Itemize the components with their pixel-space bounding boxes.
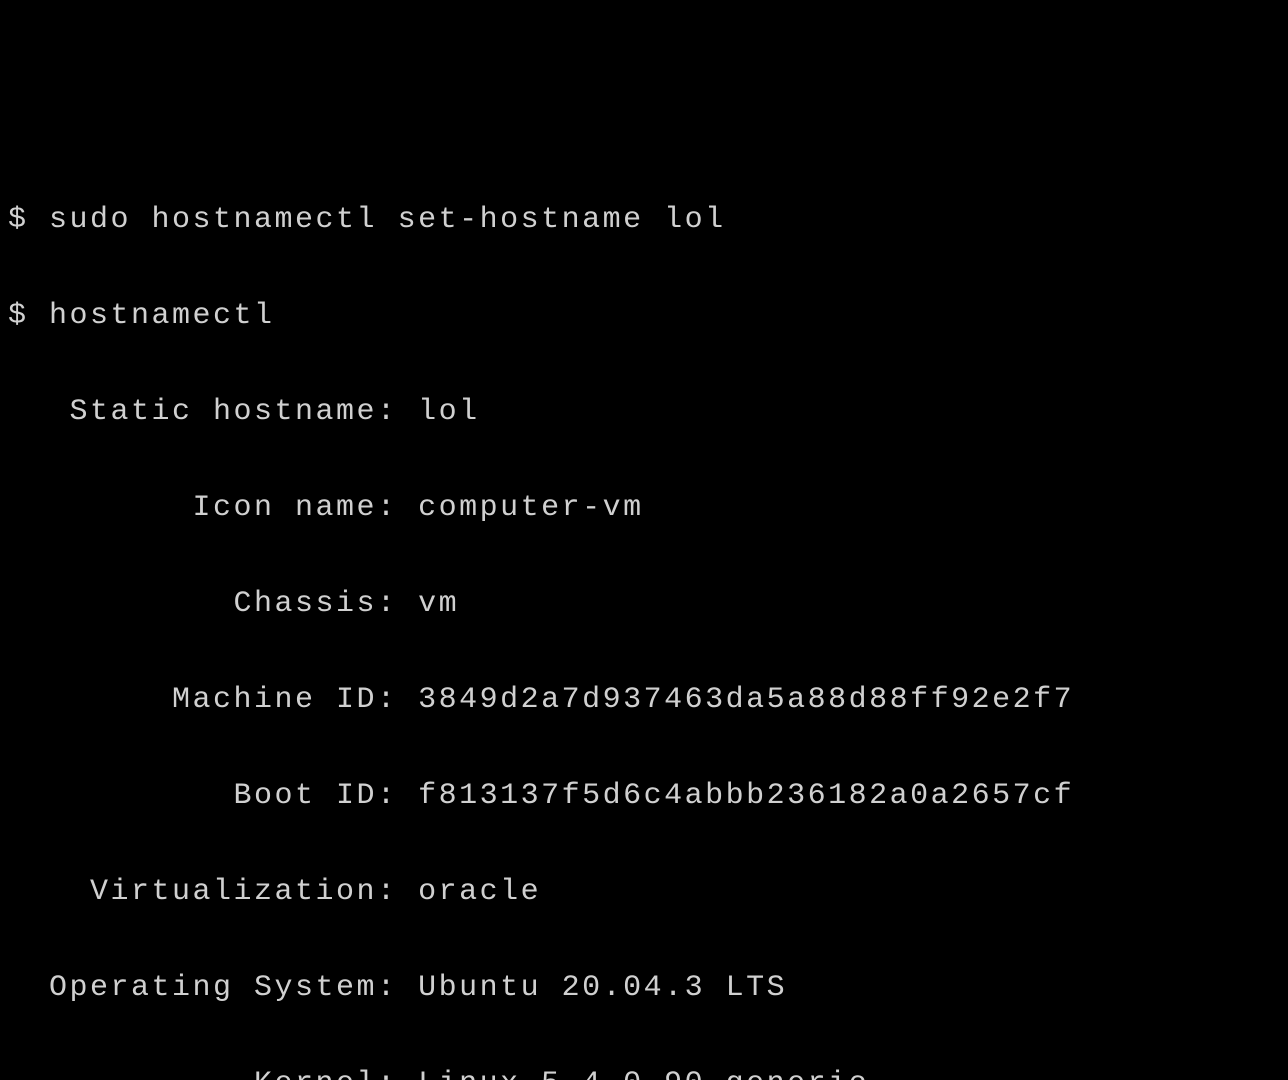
command-line-2[interactable]: $ hostnamectl xyxy=(8,292,1280,340)
output-label: Chassis: xyxy=(8,587,418,621)
output-static-hostname: Static hostname: lol xyxy=(8,388,1280,436)
output-label: Virtualization: xyxy=(8,875,418,909)
output-value: oracle xyxy=(418,875,541,909)
output-label: Operating System: xyxy=(8,971,418,1005)
output-value: vm xyxy=(418,587,459,621)
output-icon-name: Icon name: computer-vm xyxy=(8,484,1280,532)
output-operating-system: Operating System: Ubuntu 20.04.3 LTS xyxy=(8,964,1280,1012)
command-line-1[interactable]: $ sudo hostnamectl set-hostname lol xyxy=(8,196,1280,244)
output-value: lol xyxy=(418,395,480,429)
shell-prompt: $ xyxy=(8,299,49,333)
command-text: sudo hostnamectl set-hostname lol xyxy=(49,203,726,237)
shell-prompt: $ xyxy=(8,203,49,237)
output-kernel: Kernel: Linux 5.4.0-90-generic xyxy=(8,1060,1280,1080)
output-value: 3849d2a7d937463da5a88d88ff92e2f7 xyxy=(418,683,1074,717)
output-machine-id: Machine ID: 3849d2a7d937463da5a88d88ff92… xyxy=(8,676,1280,724)
output-virtualization: Virtualization: oracle xyxy=(8,868,1280,916)
output-chassis: Chassis: vm xyxy=(8,580,1280,628)
output-boot-id: Boot ID: f813137f5d6c4abbb236182a0a2657c… xyxy=(8,772,1280,820)
output-value: computer-vm xyxy=(418,491,644,525)
output-label: Icon name: xyxy=(8,491,418,525)
output-value: f813137f5d6c4abbb236182a0a2657cf xyxy=(418,779,1074,813)
output-label: Kernel: xyxy=(8,1067,418,1080)
output-label: Static hostname: xyxy=(8,395,418,429)
output-label: Boot ID: xyxy=(8,779,418,813)
output-value: Linux 5.4.0-90-generic xyxy=(418,1067,869,1080)
command-text: hostnamectl xyxy=(49,299,275,333)
output-value: Ubuntu 20.04.3 LTS xyxy=(418,971,787,1005)
output-label: Machine ID: xyxy=(8,683,418,717)
